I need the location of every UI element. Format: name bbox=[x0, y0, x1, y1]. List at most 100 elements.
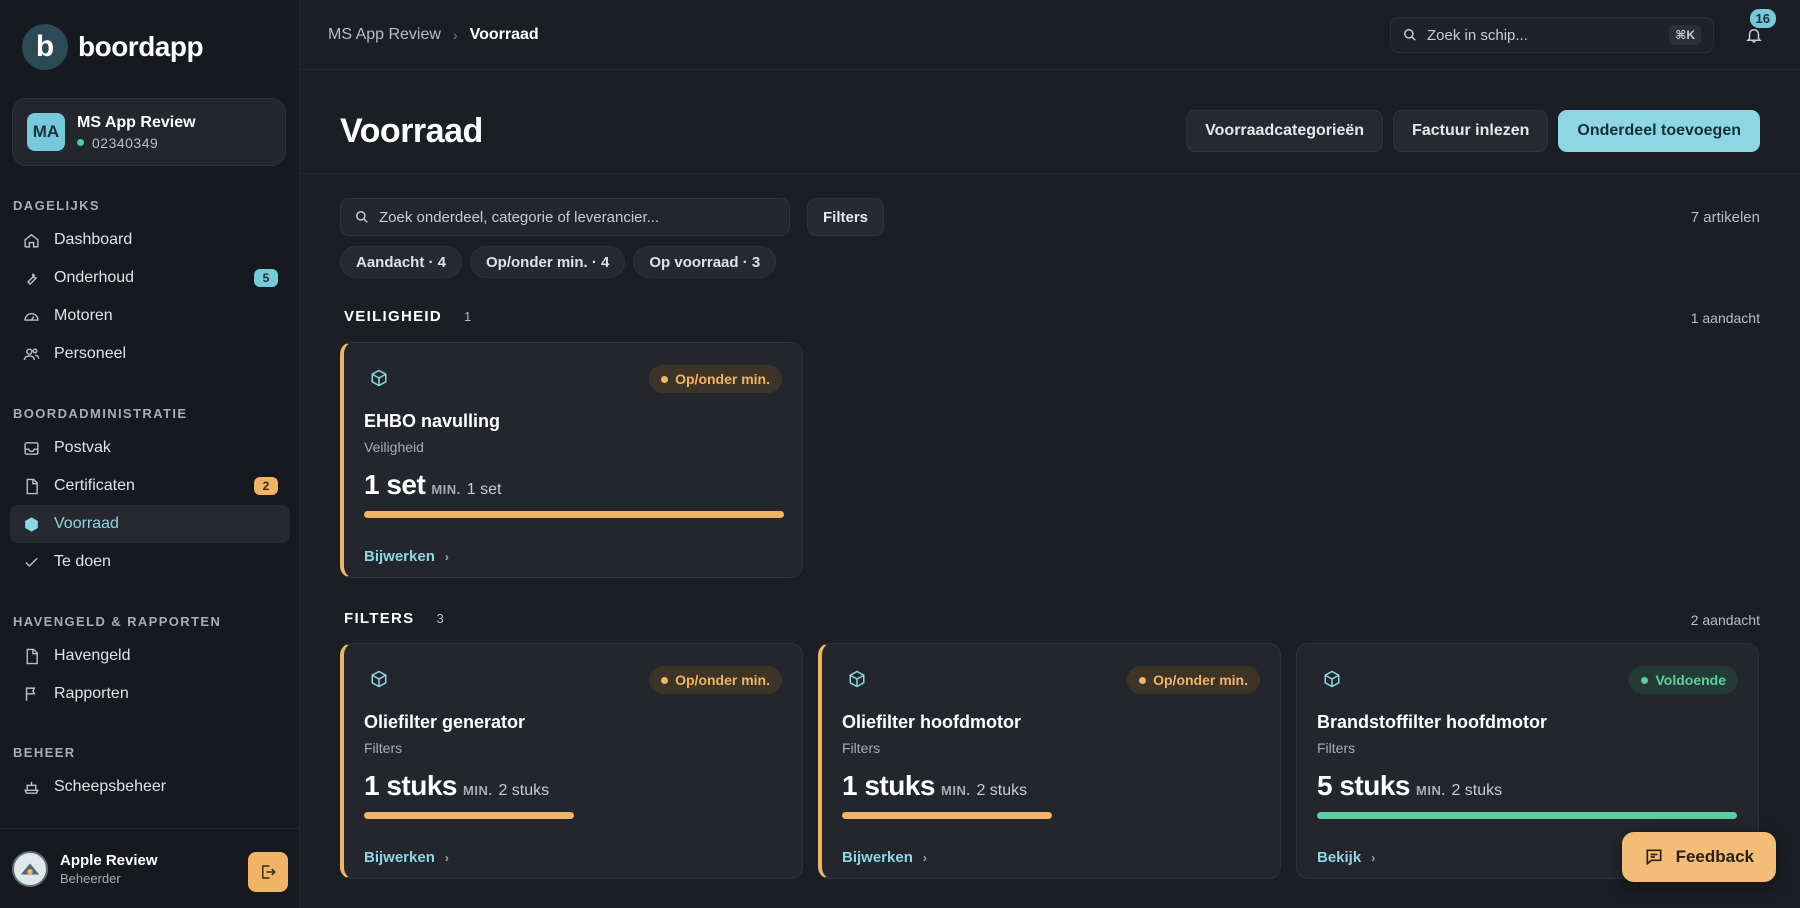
notifications-button[interactable]: 16 bbox=[1734, 9, 1776, 53]
card-title: EHBO navulling bbox=[364, 411, 501, 431]
flag-icon bbox=[22, 685, 40, 703]
stock-bar bbox=[364, 812, 784, 819]
status-dot bbox=[661, 676, 669, 684]
keyboard-shortcut: ⌘K bbox=[1669, 25, 1701, 45]
sidebar-item-postvak[interactable]: Postvak bbox=[10, 429, 290, 467]
sidebar-item-onderhoud[interactable]: Onderhoud 5 bbox=[10, 259, 290, 297]
brand-logo[interactable]: b boordapp bbox=[22, 24, 204, 70]
users-icon bbox=[22, 345, 40, 363]
wrench-icon bbox=[22, 269, 40, 287]
inventory-card: Op/onder min. Oliefilter hoofdmotor Filt… bbox=[818, 643, 1281, 879]
cube-icon bbox=[1323, 670, 1341, 693]
min-label: MIN. bbox=[431, 482, 461, 497]
sidebar-item-voorraad[interactable]: Voorraad bbox=[10, 505, 290, 543]
ship-id-row: 02340349 bbox=[77, 135, 196, 151]
global-search-placeholder: Zoek in schip... bbox=[1427, 26, 1528, 44]
inbox-icon bbox=[22, 439, 40, 457]
stock-bar-fill bbox=[364, 812, 574, 819]
ship-avatar: MA bbox=[27, 113, 65, 151]
update-link[interactable]: Bijwerken › bbox=[364, 548, 449, 565]
sidebar-item-rapporten[interactable]: Rapporten bbox=[10, 675, 290, 713]
status-label: Op/onder min. bbox=[1153, 672, 1248, 688]
global-search-input[interactable]: Zoek in schip... ⌘K bbox=[1390, 17, 1714, 53]
status-label: Voldoende bbox=[1655, 672, 1726, 688]
update-link[interactable]: Bijwerken › bbox=[364, 849, 449, 866]
item-count: 7 artikelen bbox=[1690, 209, 1760, 226]
inventory-card: Op/onder min. Oliefilter generator Filte… bbox=[340, 643, 803, 879]
quantity-value: 1 set bbox=[364, 469, 426, 500]
card-category: Filters bbox=[364, 740, 403, 756]
sidebar-item-dashboard[interactable]: Dashboard bbox=[10, 221, 290, 259]
sidebar: b boordapp MA MS App Review 02340349 DAG… bbox=[0, 0, 300, 908]
filters-button[interactable]: Filters bbox=[807, 198, 885, 236]
divider bbox=[300, 173, 1800, 174]
card-category: Filters bbox=[842, 740, 881, 756]
link-label: Bekijk bbox=[1317, 849, 1362, 866]
chip-op-voorraad[interactable]: Op voorraad · 3 bbox=[633, 246, 777, 278]
card-title: Oliefilter hoofdmotor bbox=[842, 712, 1021, 732]
ship-name: MS App Review bbox=[77, 113, 196, 131]
cube-icon bbox=[370, 369, 388, 392]
chevron-right-icon: › bbox=[444, 549, 449, 564]
breadcrumb-ship[interactable]: MS App Review bbox=[328, 26, 441, 44]
user-name: Apple Review bbox=[60, 851, 158, 869]
onderhoud-count-badge: 5 bbox=[254, 269, 278, 287]
sidebar-item-label: Dashboard bbox=[54, 231, 133, 248]
categories-button[interactable]: Voorraadcategorieën bbox=[1186, 110, 1384, 152]
user-role: Beheerder bbox=[60, 870, 121, 886]
sidebar-item-certificaten[interactable]: Certificaten 2 bbox=[10, 467, 290, 505]
chip-op-onder-min[interactable]: Op/onder min. · 4 bbox=[470, 246, 626, 278]
nav-section-boordadministratie: BOORDADMINISTRATIE Postvak Certificaten … bbox=[0, 406, 300, 581]
sidebar-item-label: Onderhoud bbox=[54, 269, 135, 286]
ship-icon bbox=[22, 778, 40, 796]
status-dot bbox=[661, 375, 669, 383]
sidebar-item-havengeld[interactable]: Havengeld bbox=[10, 637, 290, 675]
section-count: 3 bbox=[436, 611, 444, 626]
status-dot bbox=[1641, 676, 1649, 684]
section-attention: 2 aandacht bbox=[1690, 612, 1760, 628]
read-invoice-button[interactable]: Factuur inlezen bbox=[1393, 110, 1549, 152]
gauge-icon bbox=[22, 307, 40, 325]
section-count: 1 bbox=[464, 309, 472, 324]
add-part-button[interactable]: Onderdeel toevoegen bbox=[1558, 110, 1760, 152]
search-icon bbox=[1404, 29, 1416, 41]
ship-switcher[interactable]: MA MS App Review 02340349 bbox=[12, 98, 286, 166]
stock-bar bbox=[1317, 812, 1737, 819]
sidebar-item-personeel[interactable]: Personeel bbox=[10, 335, 290, 373]
section-heading-veiligheid: VEILIGHEID 1 bbox=[344, 308, 471, 325]
inventory-search-input[interactable]: Zoek onderdeel, categorie of leverancier… bbox=[340, 198, 790, 236]
user-profile[interactable]: Apple Review Beheerder bbox=[0, 828, 300, 908]
status-label: Op/onder min. bbox=[675, 672, 770, 688]
stock-bar-fill bbox=[1317, 812, 1737, 819]
cube-icon bbox=[848, 670, 866, 693]
ship-id: 02340349 bbox=[92, 134, 159, 151]
filter-chips: Aandacht · 4 Op/onder min. · 4 Op voorra… bbox=[340, 246, 777, 278]
chip-aandacht[interactable]: Aandacht · 4 bbox=[340, 246, 463, 278]
update-link[interactable]: Bijwerken › bbox=[842, 849, 927, 866]
quantity-row: 1 stuks MIN. 2 stuks bbox=[364, 770, 549, 802]
main-content: MS App Review › Voorraad Zoek in schip..… bbox=[300, 0, 1800, 908]
sidebar-item-label: Certificaten bbox=[54, 477, 135, 494]
sidebar-item-motoren[interactable]: Motoren bbox=[10, 297, 290, 335]
sidebar-item-scheepsbeheer[interactable]: Scheepsbeheer bbox=[10, 768, 290, 806]
card-title: Brandstoffilter hoofdmotor bbox=[1317, 712, 1547, 732]
status-badge: Op/onder min. bbox=[649, 365, 782, 393]
view-link[interactable]: Bekijk › bbox=[1317, 849, 1375, 866]
sidebar-item-label: Rapporten bbox=[54, 685, 129, 702]
nav-heading: BOORDADMINISTRATIE bbox=[13, 406, 188, 421]
link-label: Bijwerken bbox=[364, 548, 435, 565]
check-icon bbox=[22, 553, 40, 571]
chevron-right-icon: › bbox=[922, 850, 927, 865]
section-heading-filters: FILTERS 3 bbox=[344, 610, 444, 627]
sidebar-item-label: Motoren bbox=[54, 307, 113, 324]
status-label: Op/onder min. bbox=[675, 371, 770, 387]
status-badge: Op/onder min. bbox=[649, 666, 782, 694]
sidebar-item-label: Havengeld bbox=[54, 647, 131, 664]
nav-heading: DAGELIJKS bbox=[13, 198, 101, 213]
feedback-button[interactable]: Feedback bbox=[1621, 832, 1776, 882]
sidebar-item-te-doen[interactable]: Te doen bbox=[10, 543, 290, 581]
min-value: 2 stuks bbox=[498, 782, 550, 799]
page-actions: Voorraadcategorieën Factuur inlezen Onde… bbox=[1186, 110, 1760, 152]
avatar bbox=[12, 850, 48, 887]
logout-button[interactable] bbox=[248, 852, 288, 892]
